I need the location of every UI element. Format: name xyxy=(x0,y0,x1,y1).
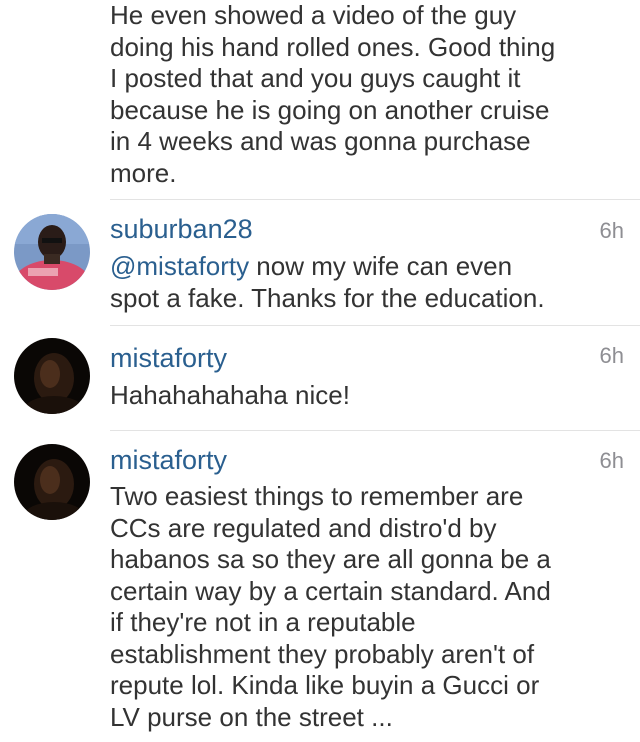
comment-username[interactable]: mistaforty xyxy=(110,444,227,476)
comment-line: habanos sa so they are all gonna be a xyxy=(110,544,551,574)
comment-line: He even showed a video of the guy xyxy=(110,0,517,30)
comment-timestamp: 6h xyxy=(599,218,624,243)
mention-link[interactable]: @mistaforty xyxy=(110,251,249,281)
avatar[interactable] xyxy=(14,214,90,290)
comment-line: I posted that and you guys caught it xyxy=(110,63,521,93)
comment-username[interactable]: mistaforty xyxy=(110,342,227,374)
divider xyxy=(110,199,640,200)
comment-text: @mistaforty now my wife can even spot a … xyxy=(110,251,625,314)
comment-line: Hahahahahaha nice! xyxy=(110,380,350,410)
avatar-image xyxy=(14,338,90,414)
comment-timestamp: 6h xyxy=(599,448,624,473)
comment-text: He even showed a video of the guy doing … xyxy=(110,0,625,189)
comment-line: if they're not in a reputable xyxy=(110,607,416,637)
avatar-image xyxy=(14,444,90,520)
comment-line: certain way by a certain standard. And xyxy=(110,575,551,606)
comment-text: Hahahahahaha nice! xyxy=(110,380,625,412)
comment-line: more. xyxy=(110,157,177,188)
comment-timestamp: 6h xyxy=(599,343,624,368)
avatar[interactable] xyxy=(14,444,90,520)
comment-line: because he is going on another cruise xyxy=(110,94,550,125)
comment-line: now my wife can even xyxy=(249,251,513,281)
divider xyxy=(110,430,640,431)
comment-line: LV purse on the street ... xyxy=(110,701,393,732)
comment-text: Two easiest things to remember are CCs a… xyxy=(110,481,625,733)
comment-line: doing his hand rolled ones. Good thing xyxy=(110,31,556,62)
comment-username[interactable]: suburban28 xyxy=(110,213,253,245)
avatar[interactable] xyxy=(14,338,90,414)
comment-line: in 4 weeks and was gonna purchase xyxy=(110,126,531,156)
comment-line: Two easiest things to remember are xyxy=(110,481,524,511)
comment-line: establishment they probably aren't of xyxy=(110,638,535,669)
avatar-image xyxy=(14,214,90,290)
comment-line: spot a fake. Thanks for the education. xyxy=(110,282,545,313)
comment-line: CCs are regulated and distro'd by xyxy=(110,512,497,543)
divider xyxy=(110,325,640,326)
comment-line: repute lol. Kinda like buyin a Gucci or xyxy=(110,670,540,700)
